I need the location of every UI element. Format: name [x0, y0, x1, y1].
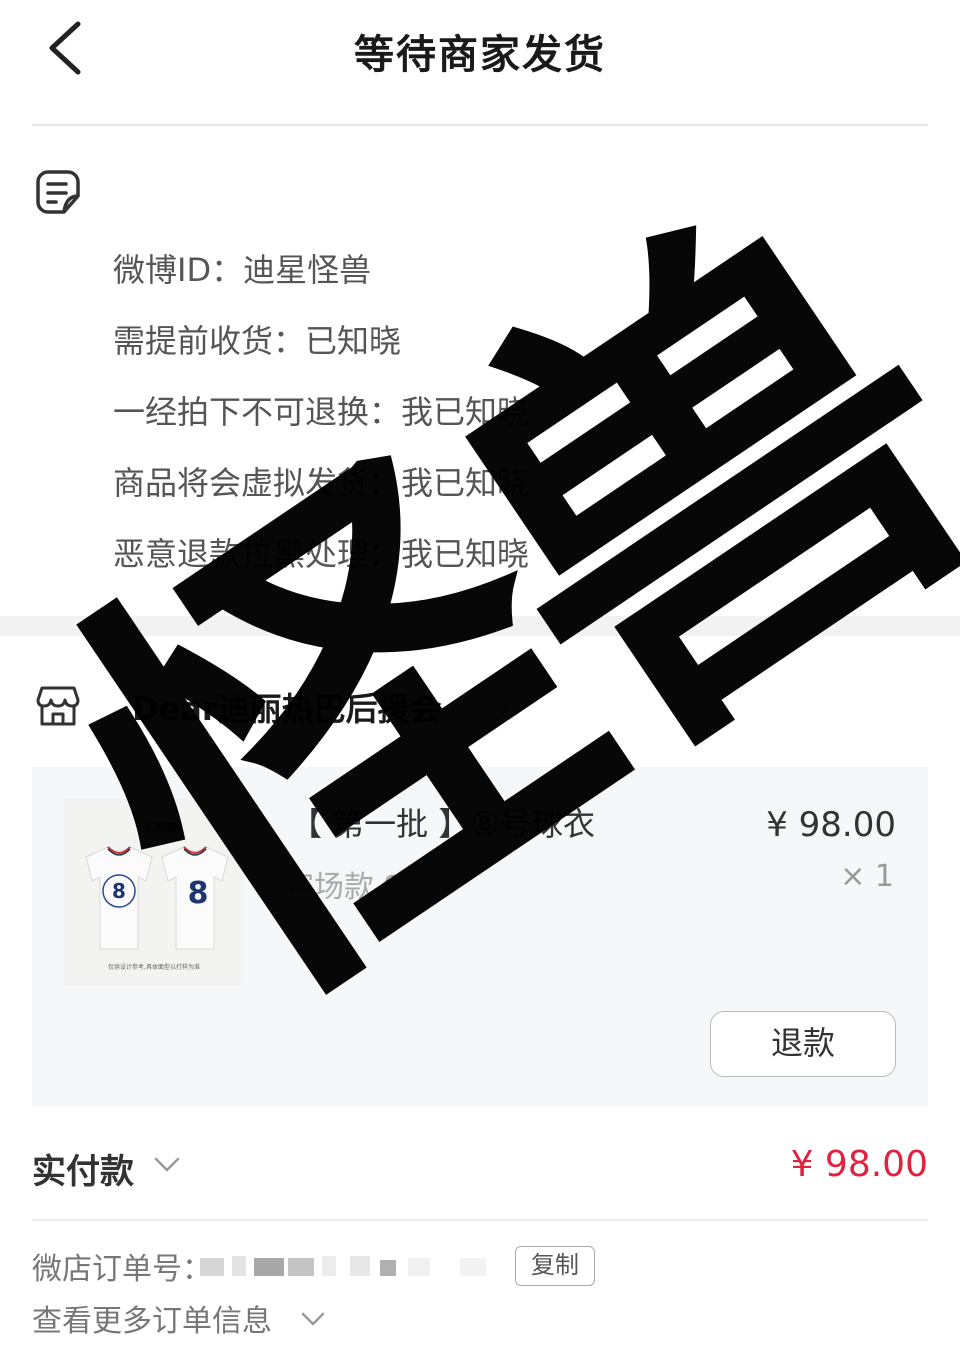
product-quantity: × 1: [840, 859, 894, 894]
thumb-number: 8: [112, 879, 126, 903]
note-value: 我已知晓: [401, 535, 530, 573]
shop-name: Dear迪丽热巴后援会: [132, 690, 442, 728]
paid-amount: ¥ 98.00: [790, 1144, 928, 1185]
order-number-redacted: [200, 1256, 486, 1276]
note-label: 恶意退款拉黑处理: [113, 535, 370, 573]
paid-label[interactable]: 实付款: [32, 1144, 134, 1193]
product-title: 【 第一批 】⑧号球衣: [290, 805, 596, 843]
more-order-info[interactable]: 查看更多订单信息: [32, 1296, 325, 1340]
order-number-row: 微店订单号： 复制: [32, 1244, 928, 1288]
more-order-info-label: 查看更多订单信息: [32, 1304, 272, 1339]
divider: [32, 124, 928, 126]
page-title: 等待商家发货: [354, 32, 606, 78]
divider: [32, 1219, 928, 1221]
chevron-down-icon: [301, 1312, 325, 1326]
product-card[interactable]: 客场款】 8 8 仅供设计参考,具体面型以打样为准 【 第一批 】⑧号球衣 客场…: [32, 767, 928, 1107]
note-icon: [36, 170, 80, 214]
note-label: 商品将会虚拟发货: [113, 464, 370, 502]
jersey-image: 客场款】 8 8 仅供设计参考,具体面型以打样为准: [64, 799, 244, 985]
shop-icon: [36, 686, 80, 726]
thumb-number-back: 8: [188, 876, 209, 911]
shop-link[interactable]: Dear迪丽热巴后援会: [0, 676, 960, 736]
note-separator: ：: [369, 464, 402, 502]
note-row: 需提前收货：已知晓: [113, 319, 529, 390]
note-row: 商品将会虚拟发货：我已知晓: [113, 461, 529, 532]
refund-button[interactable]: 退款: [710, 1011, 896, 1077]
product-variant: 客场款,S: [284, 870, 403, 905]
order-number-label: 微店订单号：: [32, 1252, 212, 1287]
note-row: 一经拍下不可退换：我已知晓: [113, 390, 529, 461]
note-separator: ：: [369, 535, 402, 573]
chevron-right-icon: [494, 692, 511, 722]
note-separator: ：: [211, 251, 244, 289]
thumb-caption: 仅供设计参考,具体面型以打样为准: [108, 963, 200, 971]
note-label: 微博ID: [113, 251, 212, 289]
chevron-down-icon[interactable]: [152, 1152, 182, 1178]
section-separator: [0, 616, 960, 636]
note-row: 恶意退款拉黑处理：我已知晓: [113, 532, 529, 603]
product-image[interactable]: 客场款】 8 8 仅供设计参考,具体面型以打样为准: [64, 799, 244, 985]
note-row: 微博ID：迪星怪兽: [113, 248, 529, 319]
note-value: 我已知晓: [401, 393, 530, 431]
header: 等待商家发货: [0, 0, 960, 126]
thumb-tag: 客场款】: [143, 820, 188, 834]
product-price: ¥ 98.00: [766, 805, 896, 845]
copy-button[interactable]: 复制: [515, 1246, 595, 1286]
note-separator: ：: [369, 393, 402, 431]
payment-row: 实付款 ¥ 98.00: [32, 1140, 928, 1196]
note-separator: ：: [273, 322, 306, 360]
buyer-notes: 微博ID：迪星怪兽 需提前收货：已知晓 一经拍下不可退换：我已知晓 商品将会虚拟…: [113, 248, 529, 603]
note-value: 我已知晓: [401, 464, 530, 502]
note-value: 已知晓: [305, 322, 402, 360]
note-value: 迪星怪兽: [243, 251, 372, 289]
note-label: 需提前收货: [113, 322, 274, 360]
note-label: 一经拍下不可退换: [113, 393, 370, 431]
